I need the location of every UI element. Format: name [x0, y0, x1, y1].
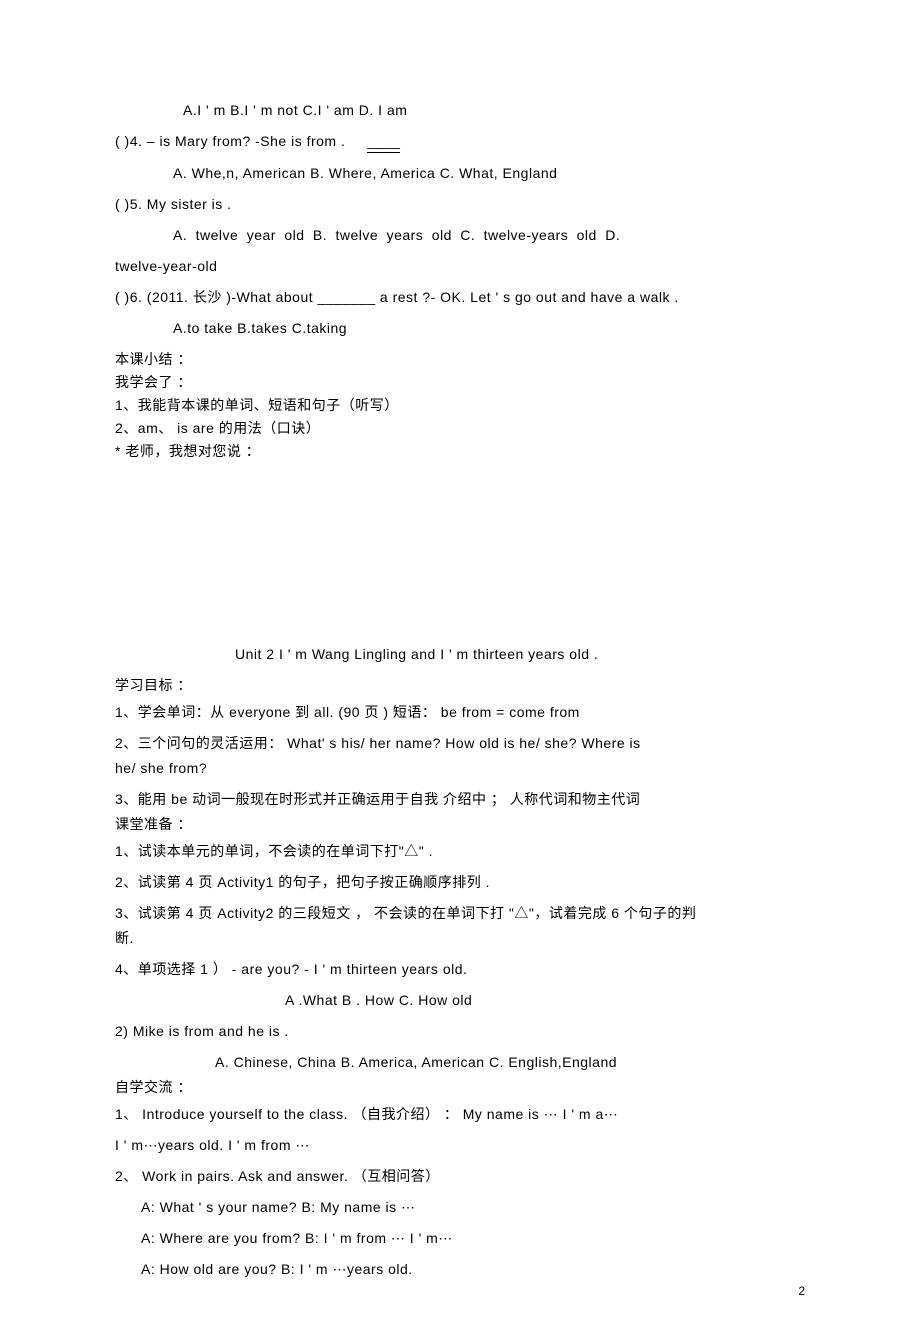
summary-l3: 2、am、 is are 的用法（口诀） — [115, 418, 805, 439]
prep-block: 课堂准备 ： 1、试读本单元的单词，不会读的在单词下打"△" . 2、试读第 4… — [115, 814, 805, 1073]
q4-choices: A. Whe,n, American B. Where, America C. … — [115, 163, 805, 184]
goals-title: 学习目标 ： — [115, 675, 805, 696]
self-2a: A: What ' s your name? B: My name is ⋯ — [115, 1197, 805, 1218]
summary-l4: * 老师，我想对您说 ： — [115, 441, 805, 462]
q5-stem: ( )5. My sister is . — [115, 194, 805, 215]
self-2: 2、 Work in pairs. Ask and answer. （互相问答） — [115, 1166, 805, 1187]
prep-5-choices: A. Chinese, China B. America, American C… — [115, 1052, 805, 1073]
q5-choices-a: A. twelve year old B. twelve years old C… — [115, 225, 805, 246]
prep-4-choices: A .What B . How C. How old — [115, 990, 805, 1011]
goals-block: 学习目标 ： 1、学会单词：从 everyone 到 all. (90 页 ) … — [115, 675, 805, 810]
q5-choices-b: twelve-year-old — [115, 256, 805, 277]
prep-2: 2、试读第 4 页 Activity1 的句子，把句子按正确顺序排列 . — [115, 872, 805, 893]
q3-choices: A.I ' m B.I ' m not C.I ' am D. I am — [115, 100, 805, 121]
q4-stem: ( )4. – is Mary from? -She is from . — [115, 133, 345, 149]
prep-title: 课堂准备 ： — [115, 814, 805, 835]
q4-blank: ____ — [367, 131, 400, 153]
summary-l2: 1、我能背本课的单词、短语和句子（听写） — [115, 395, 805, 416]
q6-stem: ( )6. (2011. 长沙 )-What about _______ a r… — [115, 287, 805, 308]
summary-title: 本课小结 ： — [115, 349, 805, 370]
goal-3: 3、能用 be 动词一般现在时形式并正确运用于自我 介绍中 ； 人称代词和物主代… — [115, 789, 805, 810]
prep-4: 4、单项选择 1 ） - are you? - I ' m thirteen y… — [115, 959, 805, 980]
q4-stem-row: ( )4. – is Mary from? -She is from . ___… — [115, 131, 805, 153]
summary-l1: 我学会了 ： — [115, 372, 805, 393]
self-title: 自学交流 ： — [115, 1077, 805, 1098]
self-2c: A: How old are you? B: I ' m ⋯years old. — [115, 1259, 805, 1280]
section-gap — [115, 464, 805, 644]
prep-5: 2) Mike is from and he is . — [115, 1021, 805, 1042]
self-1b: I ' m⋯years old. I ' m from ⋯ — [115, 1135, 805, 1156]
self-2b: A: Where are you from? B: I ' m from ⋯ I… — [115, 1228, 805, 1249]
unit2-title: Unit 2 I ' m Wang Lingling and I ' m thi… — [115, 644, 805, 665]
goal-1: 1、学会单词：从 everyone 到 all. (90 页 ) 短语： be … — [115, 702, 805, 723]
prep-1: 1、试读本单元的单词，不会读的在单词下打"△" . — [115, 841, 805, 862]
q6-choices: A.to take B.takes C.taking — [115, 318, 805, 339]
goal-2a: 2、三个问句的灵活运用： What' s his/ her name? How … — [115, 733, 805, 754]
self-1a: 1、 Introduce yourself to the class. （自我介… — [115, 1104, 805, 1125]
page-container: A.I ' m B.I ' m not C.I ' am D. I am ( )… — [0, 0, 920, 1330]
self-block: 自学交流 ： 1、 Introduce yourself to the clas… — [115, 1077, 805, 1280]
summary-block: 本课小结 ： 我学会了 ： 1、我能背本课的单词、短语和句子（听写） 2、am、… — [115, 349, 805, 462]
page-number: 2 — [798, 1282, 805, 1300]
goal-2b: he/ she from? — [115, 758, 805, 779]
prep-3a: 3、试读第 4 页 Activity2 的三段短文 ， 不会读的在单词下打 "△… — [115, 903, 805, 924]
prep-3b: 断. — [115, 928, 805, 949]
